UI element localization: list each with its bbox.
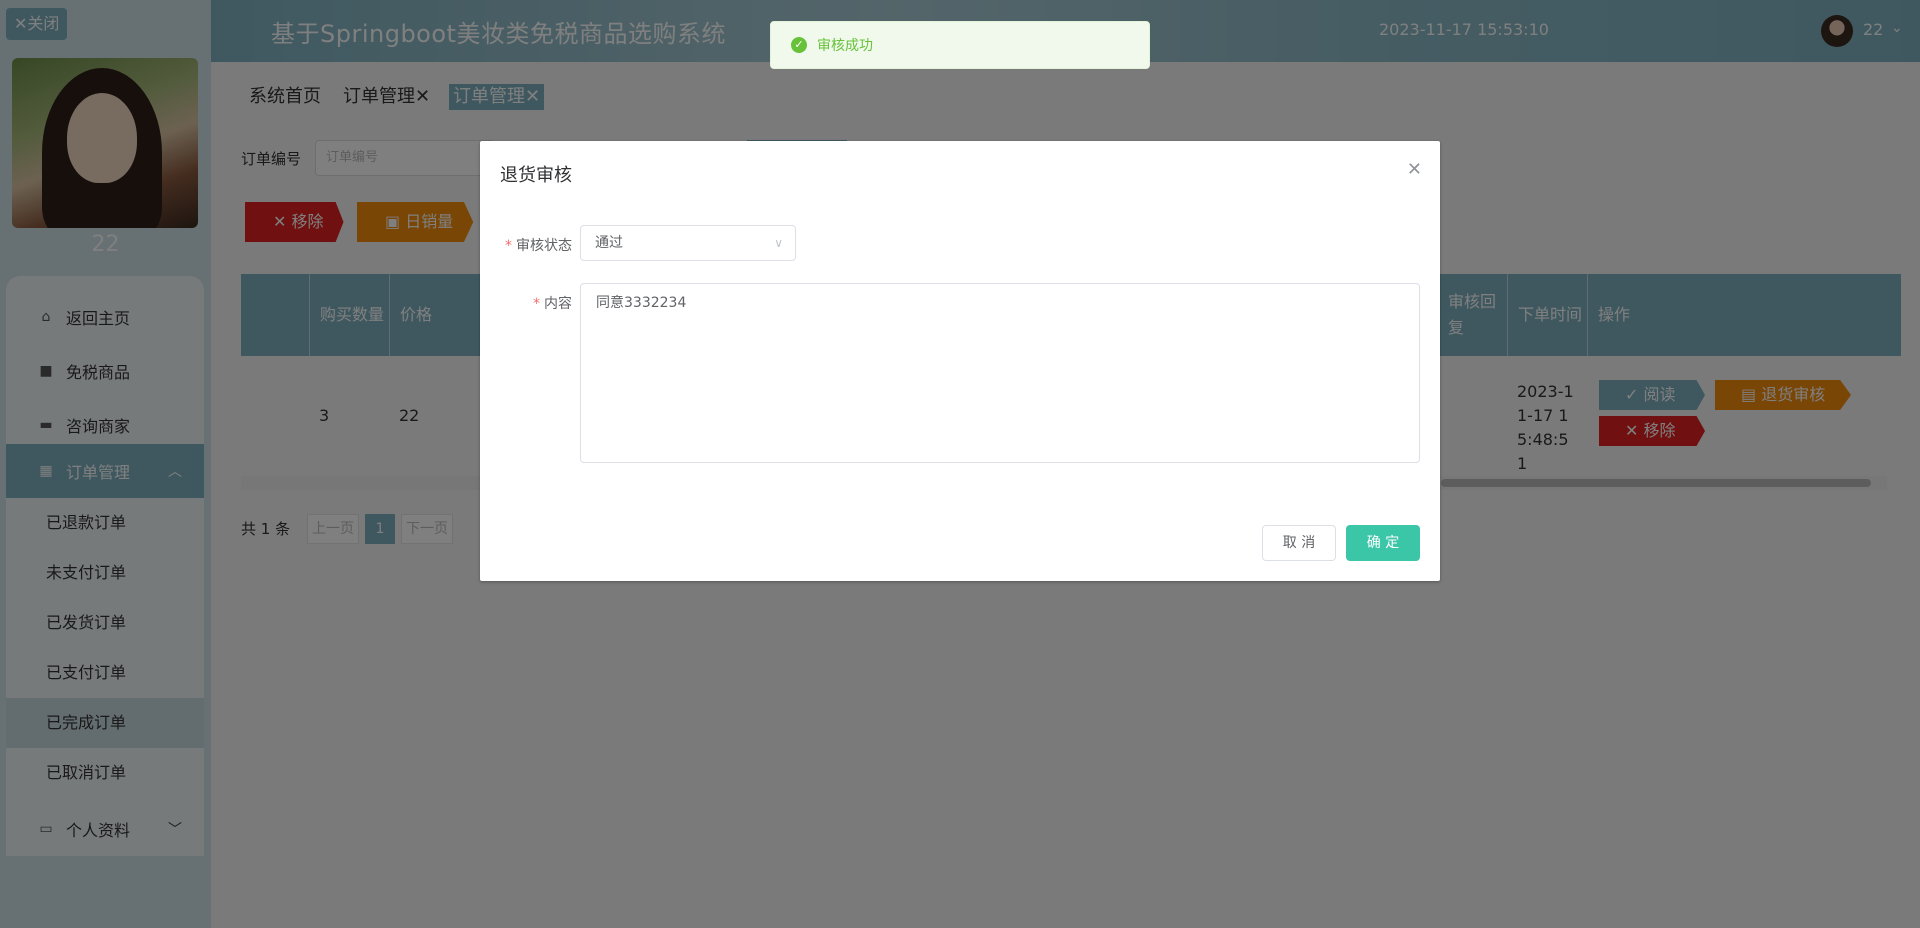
check-circle-icon: ✓	[791, 37, 807, 53]
content-textarea[interactable]: 同意3332234	[580, 283, 1420, 463]
return-review-dialog: 退货审核 ✕ * 审核状态 通过 ∨ * 内容 同意3332234 取 消 确 定	[480, 141, 1440, 581]
chevron-down-icon: ∨	[774, 236, 783, 250]
required-mark: *	[533, 296, 540, 312]
success-toast: ✓ 审核成功	[770, 21, 1150, 69]
dialog-title: 退货审核	[500, 165, 572, 186]
required-mark: *	[505, 238, 512, 254]
status-label: * 审核状态	[505, 238, 572, 254]
select-value: 通过	[595, 235, 623, 251]
review-status-select[interactable]: 通过 ∨	[580, 225, 796, 261]
cancel-button[interactable]: 取 消	[1262, 525, 1336, 561]
close-icon[interactable]: ✕	[1407, 159, 1422, 180]
confirm-button[interactable]: 确 定	[1346, 525, 1420, 561]
content-label: * 内容	[533, 296, 572, 312]
toast-message: 审核成功	[817, 38, 873, 54]
